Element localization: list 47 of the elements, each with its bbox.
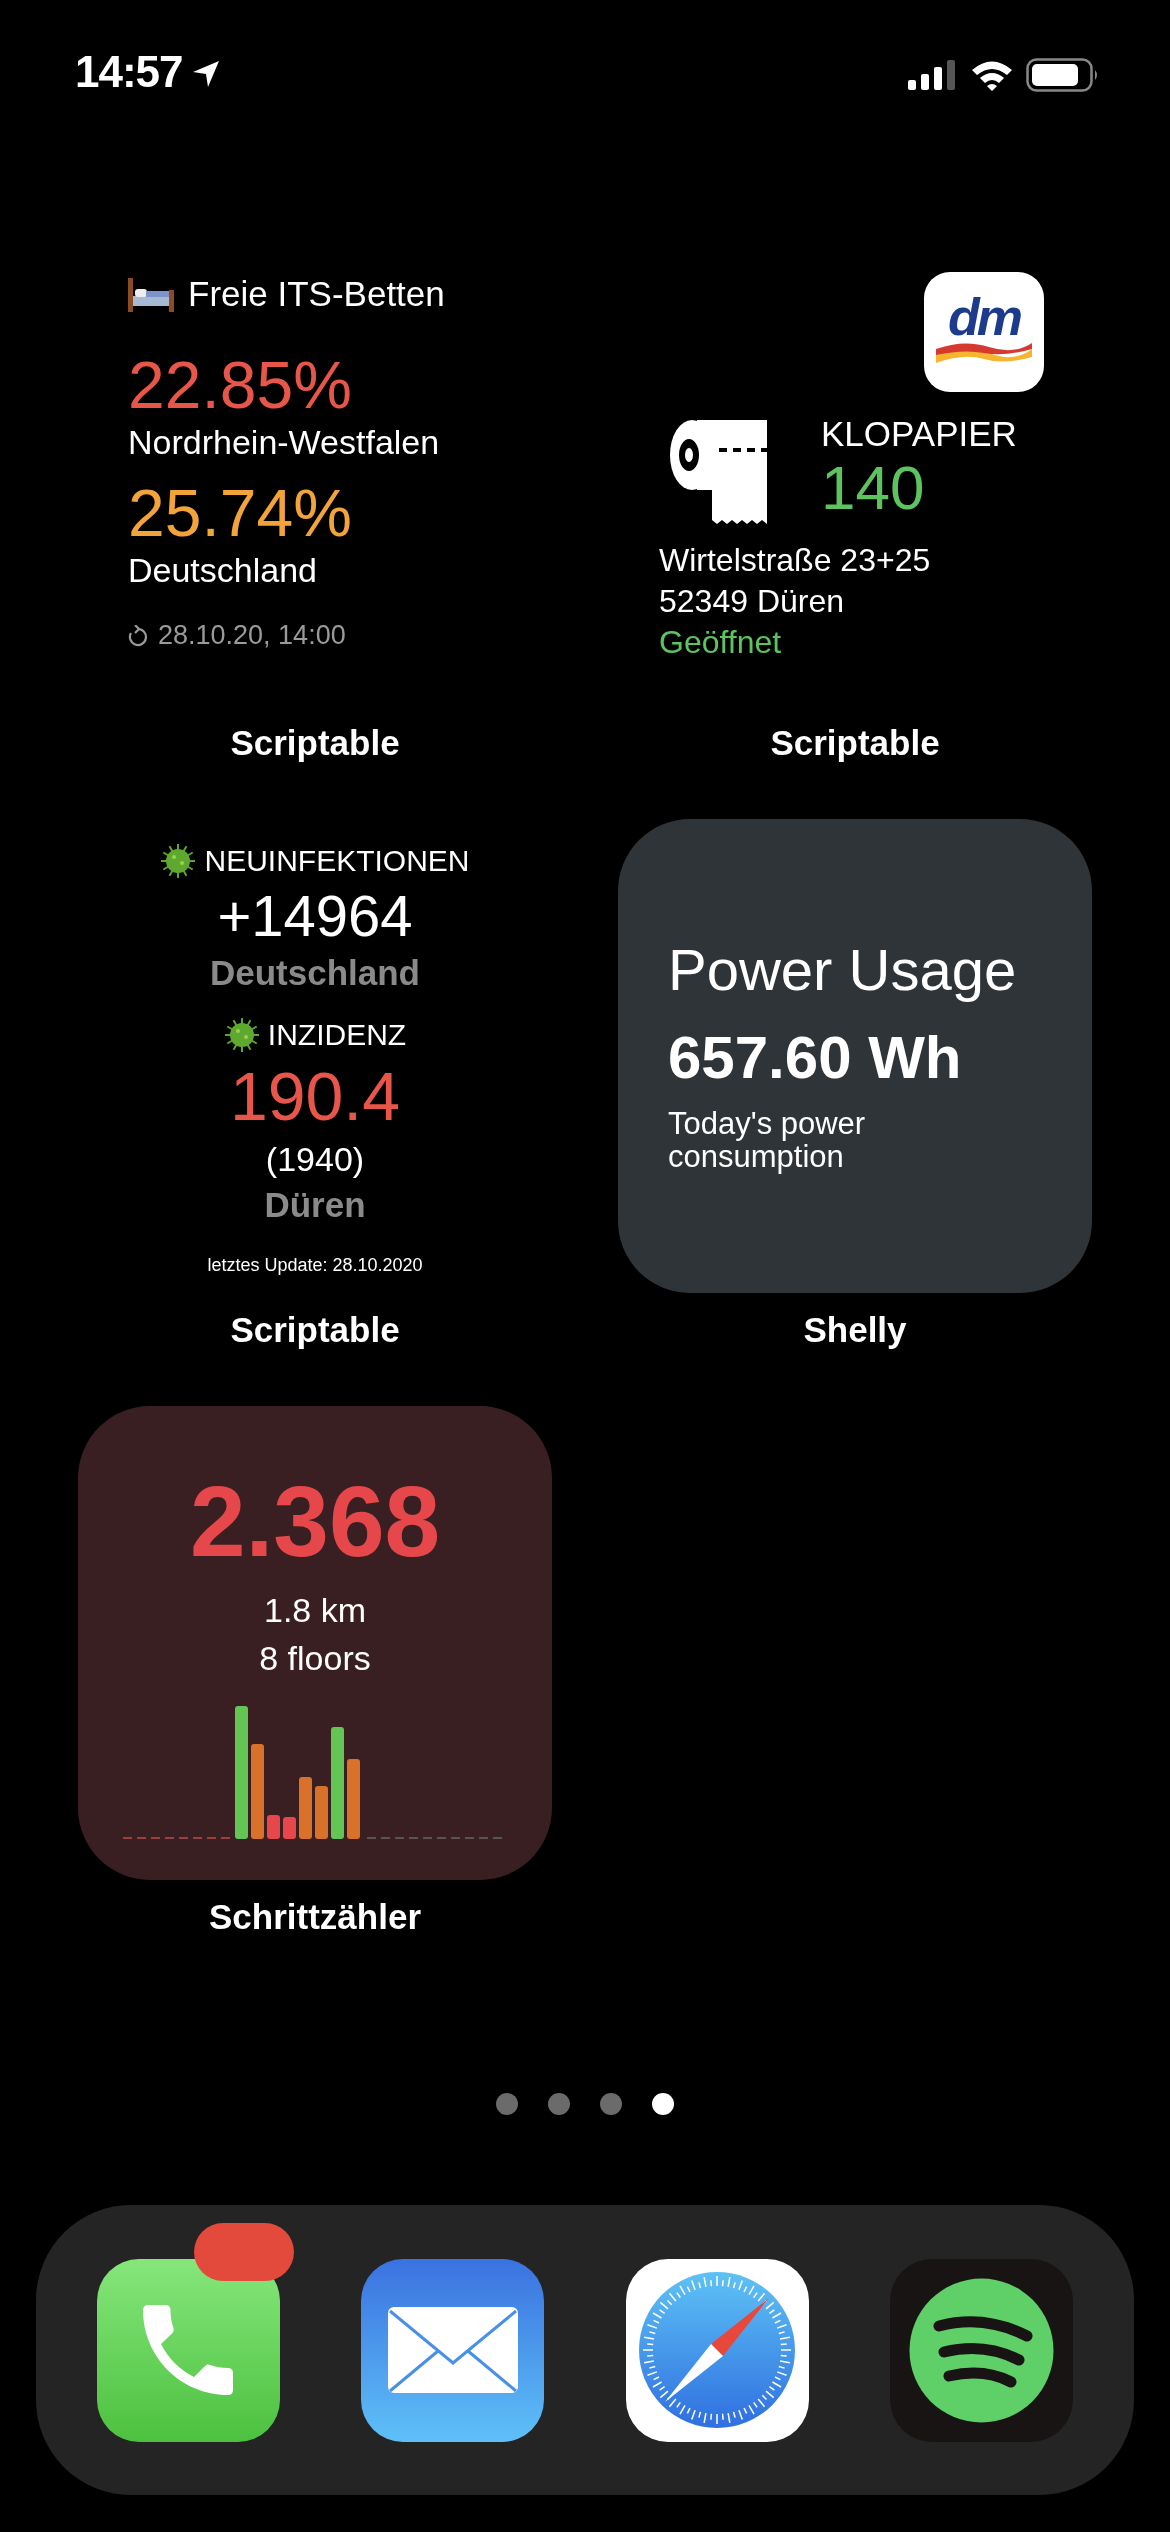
widget-app-label: Scriptable bbox=[230, 1310, 400, 1350]
page-dot[interactable] bbox=[600, 2093, 622, 2115]
power-value: 657.60 Wh bbox=[668, 1023, 963, 1093]
step-count: 2.368 bbox=[189, 1466, 441, 1576]
bed-icon bbox=[128, 276, 174, 313]
power-caption: Today's power consumption bbox=[668, 1107, 867, 1173]
case-value: 190.4 bbox=[229, 1059, 401, 1133]
section-heading: NEUINFEKTIONEN bbox=[204, 843, 470, 879]
place-label: Düren bbox=[264, 1185, 366, 1225]
widget-title: Power Usage bbox=[668, 937, 1018, 1003]
refresh-icon bbox=[128, 624, 148, 647]
battery-icon bbox=[1026, 58, 1100, 92]
widget-title: Freie ITS-Betten bbox=[188, 274, 445, 315]
floors-value: 8 floors bbox=[259, 1638, 371, 1679]
distance-value: 1.8 km bbox=[263, 1590, 366, 1631]
compass-app-icon[interactable] bbox=[625, 2258, 809, 2442]
wifi-icon bbox=[970, 59, 1014, 91]
page-dot[interactable] bbox=[496, 2093, 518, 2115]
music-app-icon[interactable] bbox=[890, 2258, 1074, 2442]
page-dot[interactable] bbox=[548, 2093, 570, 2115]
update-date: letztes Update: 28.10.2020 bbox=[207, 1254, 423, 1277]
section-heading: INZIDENZ bbox=[267, 1017, 407, 1053]
address-line: 52349 Düren bbox=[659, 582, 846, 621]
virus-icon bbox=[223, 1017, 260, 1053]
widget-app-label: Scriptable bbox=[230, 723, 400, 763]
page-dot[interactable] bbox=[652, 2093, 674, 2115]
case-value: +14964 bbox=[217, 885, 413, 947]
region-label: Deutschland bbox=[128, 550, 318, 591]
widget-app-label: Scriptable bbox=[770, 723, 940, 763]
widget-app-label: Shelly bbox=[803, 1310, 907, 1350]
case-count: (1940) bbox=[265, 1139, 365, 1179]
store-logo: dm bbox=[924, 272, 1044, 392]
region-label: Nordrhein-Westfalen bbox=[128, 422, 441, 463]
product-name: KLOPAPIER bbox=[821, 414, 1017, 454]
widget-app-label: Schrittzähler bbox=[209, 1897, 421, 1937]
percentage-value: 25.74% bbox=[128, 476, 353, 551]
update-time: 28.10.20, 14:00 bbox=[158, 620, 346, 652]
open-status: Geöffnet bbox=[659, 623, 783, 662]
percentage-value: 22.85% bbox=[128, 348, 353, 423]
mail-app-icon[interactable] bbox=[361, 2258, 545, 2442]
phone-app-icon[interactable] bbox=[96, 2258, 280, 2442]
place-label: Deutschland bbox=[209, 953, 420, 993]
signal-icon bbox=[908, 60, 958, 90]
clock-time: 14:57 bbox=[75, 48, 183, 96]
virus-icon bbox=[160, 843, 197, 879]
stock-count: 140 bbox=[821, 454, 926, 522]
address-line: Wirtelstraße 23+25 bbox=[659, 541, 932, 580]
